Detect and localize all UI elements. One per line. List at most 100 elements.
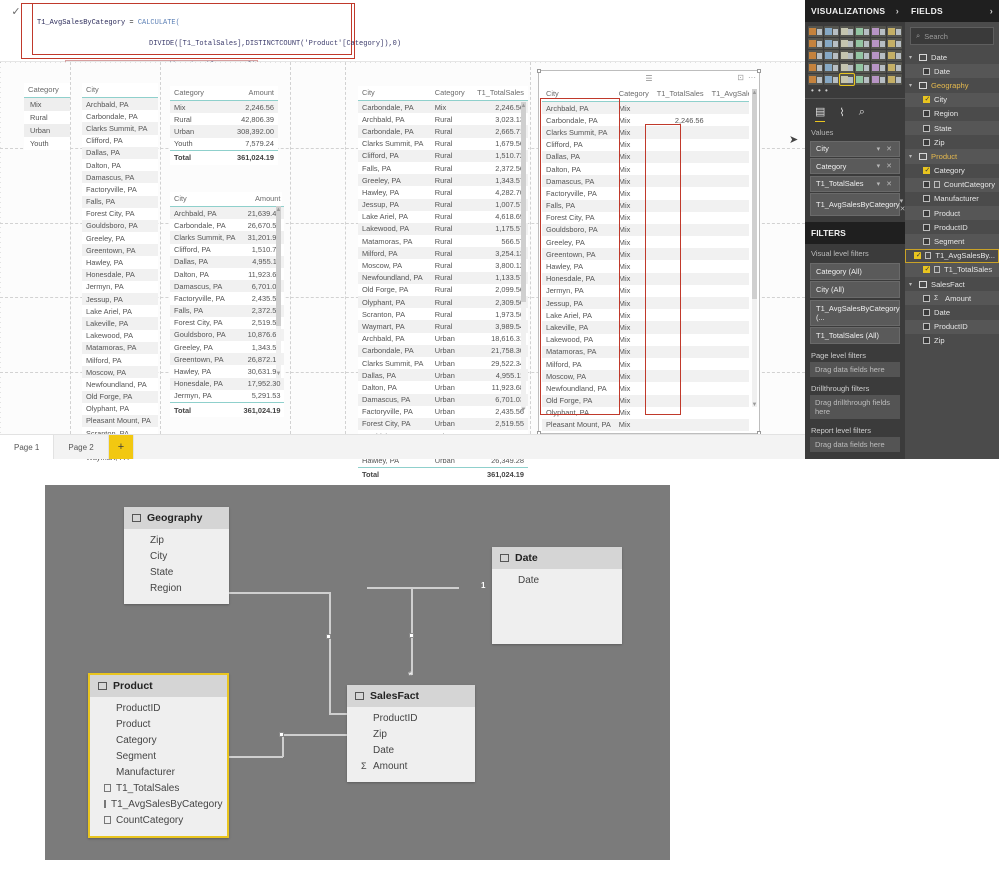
- dax-formula-editor[interactable]: T1_AvgSalesByCategory = CALCULATE( DIVID…: [32, 3, 401, 115]
- col-header-amount[interactable]: Amount: [219, 86, 278, 101]
- field-item-category[interactable]: Category: [905, 164, 999, 178]
- slicer-item[interactable]: Youth: [24, 137, 70, 150]
- col-header-category[interactable]: Category: [614, 87, 653, 102]
- scroll-up-icon[interactable]: ▲: [520, 102, 527, 110]
- table-row[interactable]: Greeley, PA: [82, 232, 158, 245]
- visual-level-filter-item[interactable]: Category (All): [810, 262, 900, 280]
- slicer-item[interactable]: Urban: [24, 124, 70, 137]
- drag-handle-icon[interactable]: ☰: [645, 74, 652, 83]
- table-row[interactable]: Urban 308,392.00: [170, 125, 278, 138]
- vertical-scrollbar[interactable]: [752, 89, 757, 407]
- value-well-actions[interactable]: ▾ ✕: [877, 162, 894, 170]
- table-row[interactable]: Clarks Summit, PA 31,201.91: [170, 231, 285, 244]
- table-row[interactable]: Lakeville, PA: [82, 317, 158, 330]
- funnel-chart-icon[interactable]: [839, 62, 855, 73]
- relationship-line[interactable]: [329, 592, 331, 714]
- r-script-visual-icon[interactable]: [871, 74, 887, 85]
- relationship-marker[interactable]: [326, 634, 331, 639]
- scroll-down-icon[interactable]: ▼: [751, 401, 758, 409]
- table-row[interactable]: Gouldsboro, PA Mix 90,256.05: [542, 223, 749, 237]
- col-header-t1-avgsalesbycategory[interactable]: T1_AvgSalesByCategory: [707, 87, 749, 102]
- paintbrush-icon[interactable]: ⌇: [839, 106, 844, 122]
- table-row[interactable]: Carbondale, PA Mix 2,246.56: [358, 100, 528, 114]
- diagram-field-region[interactable]: Region: [124, 580, 229, 596]
- slicer-item[interactable]: Mix: [24, 98, 70, 111]
- table-row[interactable]: Jessup, PA Rural 1,007.57: [358, 198, 528, 211]
- table-row[interactable]: Clarks Summit, PA Urban 29,522.34: [358, 356, 528, 370]
- resize-handle[interactable]: [757, 69, 761, 73]
- table-row[interactable]: Jermyn, PA: [82, 280, 158, 293]
- table-row[interactable]: Youth 7,579.24: [170, 137, 278, 151]
- table-row[interactable]: Factoryville, PA 2,435.56: [170, 292, 285, 305]
- diagram-field-amount[interactable]: Σ Amount: [347, 758, 475, 774]
- visual-level-filter-item[interactable]: T1_TotalSales (All): [810, 327, 900, 344]
- page-tab-2[interactable]: Page 2: [54, 435, 109, 459]
- value-well-city[interactable]: City ▾ ✕: [810, 140, 900, 157]
- funnel-icon[interactable]: [823, 62, 839, 73]
- diagram-field-productid[interactable]: ProductID: [90, 700, 227, 716]
- diagram-field-t1-avgsalesbycategory[interactable]: T1_AvgSalesByCategory: [90, 796, 227, 812]
- relationship-marker[interactable]: [279, 732, 284, 737]
- table-row[interactable]: Factoryville, PA: [82, 183, 158, 196]
- city-list-visual[interactable]: City Archbald, PA Carbondale, PA Clarks Su…: [82, 83, 158, 464]
- line-stacked-column-icon[interactable]: [855, 38, 871, 49]
- col-header-city[interactable]: City: [82, 83, 158, 98]
- table-row[interactable]: Falls, PA Rural 2,372.56: [358, 161, 528, 175]
- value-well-t1_avgsalesbycategory[interactable]: T1_AvgSalesByCategory ▾ ✕: [810, 193, 906, 216]
- resize-handle[interactable]: [537, 69, 541, 73]
- chevron-down-icon[interactable]: ▾: [909, 153, 915, 160]
- waterfall-chart-icon[interactable]: [808, 50, 823, 61]
- relationship-line[interactable]: [411, 587, 413, 675]
- visual-type-gallery[interactable]: [805, 22, 905, 86]
- slicer-items[interactable]: Mix Rural Urban Youth: [24, 98, 70, 150]
- slicer-icon[interactable]: [823, 74, 839, 85]
- table-row[interactable]: Milford, PA Rural 3,254.13: [358, 247, 528, 260]
- field-checkbox[interactable]: [923, 95, 930, 104]
- table-row[interactable]: Greeley, PA Rural 1,343.57: [358, 174, 528, 187]
- table-row[interactable]: Newfoundland, PA: [82, 378, 158, 391]
- matrix-icon[interactable]: [855, 74, 871, 85]
- field-checkbox[interactable]: [923, 195, 930, 203]
- table-row[interactable]: Mix 2,246.56: [170, 100, 278, 114]
- table-row[interactable]: Hawley, PA: [82, 256, 158, 269]
- table-row[interactable]: Clifford, PA Mix 90,256.05: [542, 138, 749, 151]
- diagram-field-productid[interactable]: ProductID: [347, 710, 475, 726]
- scroll-up-icon[interactable]: ▲: [275, 206, 282, 214]
- line-chart-icon[interactable]: [808, 38, 823, 49]
- table-row[interactable]: Archbald, PA Mix 90,256.05: [542, 101, 749, 115]
- 100-stacked-bar-chart-icon[interactable]: [871, 26, 887, 37]
- table-row[interactable]: Archbald, PA: [82, 97, 158, 111]
- value-well-actions[interactable]: ▾ ✕: [877, 145, 894, 153]
- area-chart-icon[interactable]: [823, 38, 839, 49]
- table-row[interactable]: Clifford, PA 1,510.72: [170, 243, 285, 256]
- diagram-field-state[interactable]: State: [124, 564, 229, 580]
- more-options-icon[interactable]: ···: [748, 73, 756, 82]
- table-row[interactable]: Olyphant, PA Mix 90,256.05: [542, 406, 749, 419]
- scatter-chart-icon[interactable]: [823, 50, 839, 61]
- field-checkbox[interactable]: [923, 223, 930, 231]
- magnifier-icon[interactable]: ⌕: [859, 106, 865, 122]
- field-checkbox[interactable]: [914, 251, 922, 260]
- table-row[interactable]: Damascus, PA Mix 90,256.05: [542, 175, 749, 188]
- visual-level-filter-item[interactable]: City (All): [810, 281, 900, 298]
- diagram-field-segment[interactable]: Segment: [90, 748, 227, 764]
- table-row[interactable]: Damascus, PA 6,701.03: [170, 280, 285, 293]
- table-row[interactable]: Carbondale, PA Mix 2,246.56 90,256.05: [542, 114, 749, 127]
- ribbon-chart-icon[interactable]: [887, 38, 902, 49]
- table-row[interactable]: Dallas, PA: [82, 146, 158, 159]
- visual-level-filters-list[interactable]: Category (All) City (All) T1_AvgSalesByCat…: [805, 262, 905, 344]
- table-row[interactable]: Dalton, PA 11,923.68: [170, 267, 285, 281]
- fields-table-date[interactable]: ▾ Date: [905, 50, 999, 64]
- table-row[interactable]: Matamoras, PA Mix 90,256.05: [542, 345, 749, 358]
- field-checkbox[interactable]: [923, 294, 930, 302]
- slicer-item[interactable]: Rural: [24, 111, 70, 124]
- field-item-date[interactable]: Date: [905, 305, 999, 319]
- clustered-column-chart-icon[interactable]: [855, 26, 871, 37]
- field-item-countcategory[interactable]: CountCategory: [905, 177, 999, 192]
- field-item-city[interactable]: City: [905, 92, 999, 107]
- visual-level-filter-item[interactable]: T1_AvgSalesByCategory (...: [810, 299, 900, 326]
- table-row[interactable]: Dallas, PA 4,955.11: [170, 255, 285, 268]
- model-relationship-diagram[interactable]: 1 * 1 * 1 * Geography ZipCityStateRegion…: [45, 485, 670, 860]
- category-amount-visual[interactable]: Category Amount Mix 2,246.56 Rural 42,806.3…: [170, 86, 278, 165]
- field-item-t1-avgsalesby[interactable]: T1_AvgSalesBy...: [905, 248, 999, 263]
